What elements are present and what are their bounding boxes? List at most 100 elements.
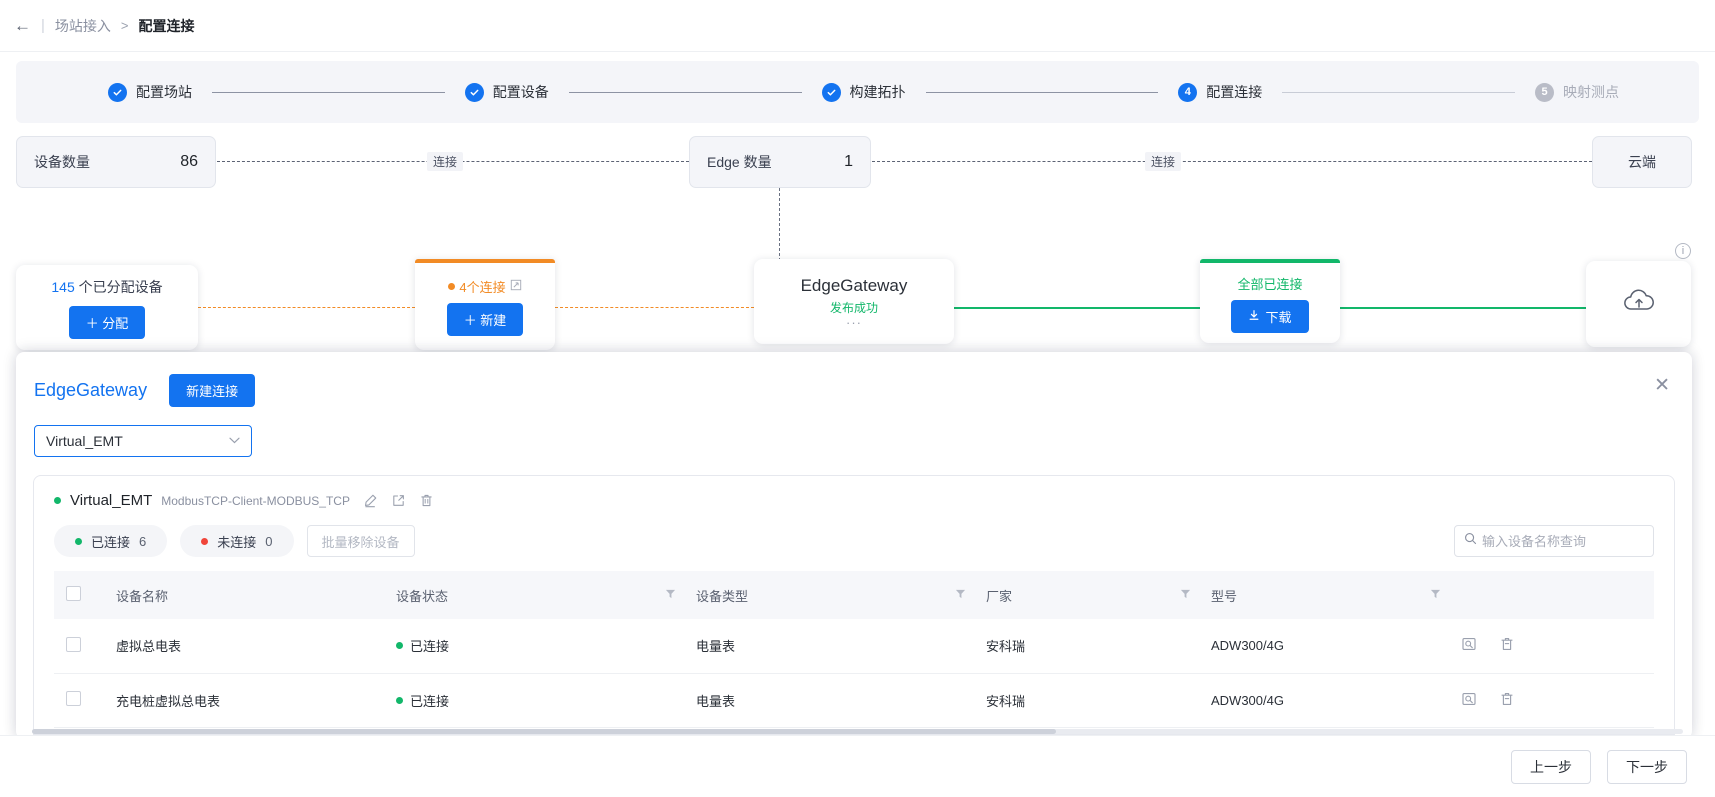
next-step-button[interactable]: 下一步 [1607,749,1687,784]
status-dot-icon [54,497,61,504]
device-count-value: 86 [180,153,198,170]
arrow-left-icon[interactable]: ← [14,17,31,34]
column-model: 型号 [1205,571,1455,619]
edge-count-value: 1 [844,153,853,170]
new-connection-button[interactable]: 新建连接 [169,374,256,407]
search-icon [1464,532,1477,550]
breadcrumb-divider: | [41,17,45,34]
cell-device-state: 已连接 [390,619,690,674]
cloud-card[interactable] [1586,261,1691,347]
flow-line-orange-left [198,307,415,308]
device-search[interactable] [1454,525,1654,557]
step-configure-device[interactable]: 配置设备 [464,82,549,102]
step-label: 映射测点 [1563,84,1619,100]
cell-device-state: 已连接 [390,673,690,728]
expand-icon[interactable] [510,279,522,294]
step-number-badge: 4 [1178,82,1198,102]
cell-device-type: 电量表 [690,673,980,728]
filter-icon[interactable] [1430,588,1449,602]
gateway-title: EdgeGateway [800,276,908,295]
connection-select-value: Virtual_EMT [46,433,123,449]
flow-line-orange-right [555,307,754,308]
step-map-points[interactable]: 5 映射测点 [1535,82,1619,102]
prev-step-button[interactable]: 上一步 [1511,749,1591,784]
connection-count-row: 4个连接 [448,277,521,296]
step-connector [568,91,802,93]
cell-device-name: 充电桩虚拟总电表 [110,673,390,728]
gateway-more[interactable]: ··· [846,316,862,329]
row-checkbox[interactable] [66,636,81,652]
filter-icon[interactable] [1180,588,1199,602]
allocated-count: 145 [51,278,75,295]
device-table-head: 设备名称 设备状态 设备类型 厂家 型号 [54,571,1654,619]
search-input[interactable] [1482,533,1644,549]
step-connector [925,91,1159,93]
close-icon[interactable]: ✕ [1654,376,1670,395]
flow-line-green-right [1340,307,1586,309]
connected-label: 已连接 [91,534,131,550]
column-device-type: 设备类型 [690,571,980,619]
view-icon[interactable] [1461,636,1477,655]
connection-count-text: 4个连接 [459,280,506,295]
download-button[interactable]: 下载 [1231,299,1309,333]
panel-title: EdgeGateway [34,380,148,400]
new-connection-card-button[interactable]: ＋ 新建 [446,303,524,336]
connection-select[interactable]: Virtual_EMT [34,425,252,457]
export-icon[interactable] [391,493,406,508]
step-number-badge: 5 [1535,82,1554,102]
cloud-box-label: 云端 [1628,154,1656,170]
status-dot-icon [75,537,82,545]
chevron-down-icon [229,435,240,447]
column-label: 型号 [1211,588,1238,604]
select-all-checkbox[interactable] [66,586,81,601]
edge-count-label: Edge 数量 [707,154,772,170]
remove-icon[interactable] [1499,636,1515,655]
breadcrumb-current: 配置连接 [138,17,195,34]
batch-remove-button[interactable]: 批量移除设备 [306,525,415,557]
allocate-button[interactable]: ＋ 分配 [68,305,146,339]
pencil-icon[interactable] [363,493,378,508]
link-dashed-right [872,161,1592,162]
step-build-topology[interactable]: 构建拓扑 [821,82,906,102]
cell-device-name: 虚拟总电表 [110,619,390,674]
remove-icon[interactable] [1499,691,1515,710]
filter-icon[interactable] [665,588,684,602]
view-icon[interactable] [1461,691,1477,710]
cloud-box: 云端 [1592,136,1692,188]
edge-gateway-card[interactable]: EdgeGateway 发布成功 ··· [754,259,954,344]
allocated-devices-text: 145 个已分配设备 [51,277,162,297]
link-label-right: 连接 [1145,152,1182,171]
allocated-devices-card: 145 个已分配设备 ＋ 分配 [16,265,198,350]
all-connected-card: 全部已连接 下载 [1200,259,1340,343]
connection-name: Virtual_EMT [70,492,153,509]
info-icon[interactable]: i [1675,243,1691,259]
device-table-body: 虚拟总电表 已连接 电量表 安科瑞 ADW300/4G 充电桩虚拟总电表 已连接… [54,619,1654,728]
step-label: 配置连接 [1206,84,1263,100]
horizontal-scrollbar[interactable] [32,729,1683,734]
cell-actions [1455,619,1654,674]
column-label: 设备状态 [396,588,449,604]
disconnected-value: 0 [265,533,273,549]
check-icon [464,82,484,102]
cell-actions [1455,673,1654,728]
connections-card: 4个连接 ＋ 新建 [415,259,555,350]
check-icon [821,82,841,102]
status-dot-icon [396,696,403,704]
step-configure-connection[interactable]: 4 配置连接 [1178,82,1262,102]
breadcrumb-parent[interactable]: 场站接入 [55,16,111,36]
filter-icon[interactable] [955,588,974,602]
step-configure-station[interactable]: 配置场站 [108,82,192,102]
table-row[interactable]: 虚拟总电表 已连接 电量表 安科瑞 ADW300/4G [54,619,1654,674]
status-dot-icon [448,283,456,290]
row-checkbox[interactable] [66,691,81,706]
cell-device-type: 电量表 [690,619,980,674]
cell-vendor: 安科瑞 [980,619,1205,674]
trash-icon[interactable] [419,493,434,508]
step-label: 配置设备 [492,84,549,100]
status-dot-icon [201,537,209,545]
device-count-box: 设备数量 86 [16,136,216,188]
disconnected-pill: 未连接 0 [180,525,294,557]
connection-card-header: Virtual_EMT ModbusTCP-Client-MODBUS_TCP [54,492,1654,509]
row-select-cell [54,673,110,728]
table-row[interactable]: 充电桩虚拟总电表 已连接 电量表 安科瑞 ADW300/4G [54,673,1654,728]
